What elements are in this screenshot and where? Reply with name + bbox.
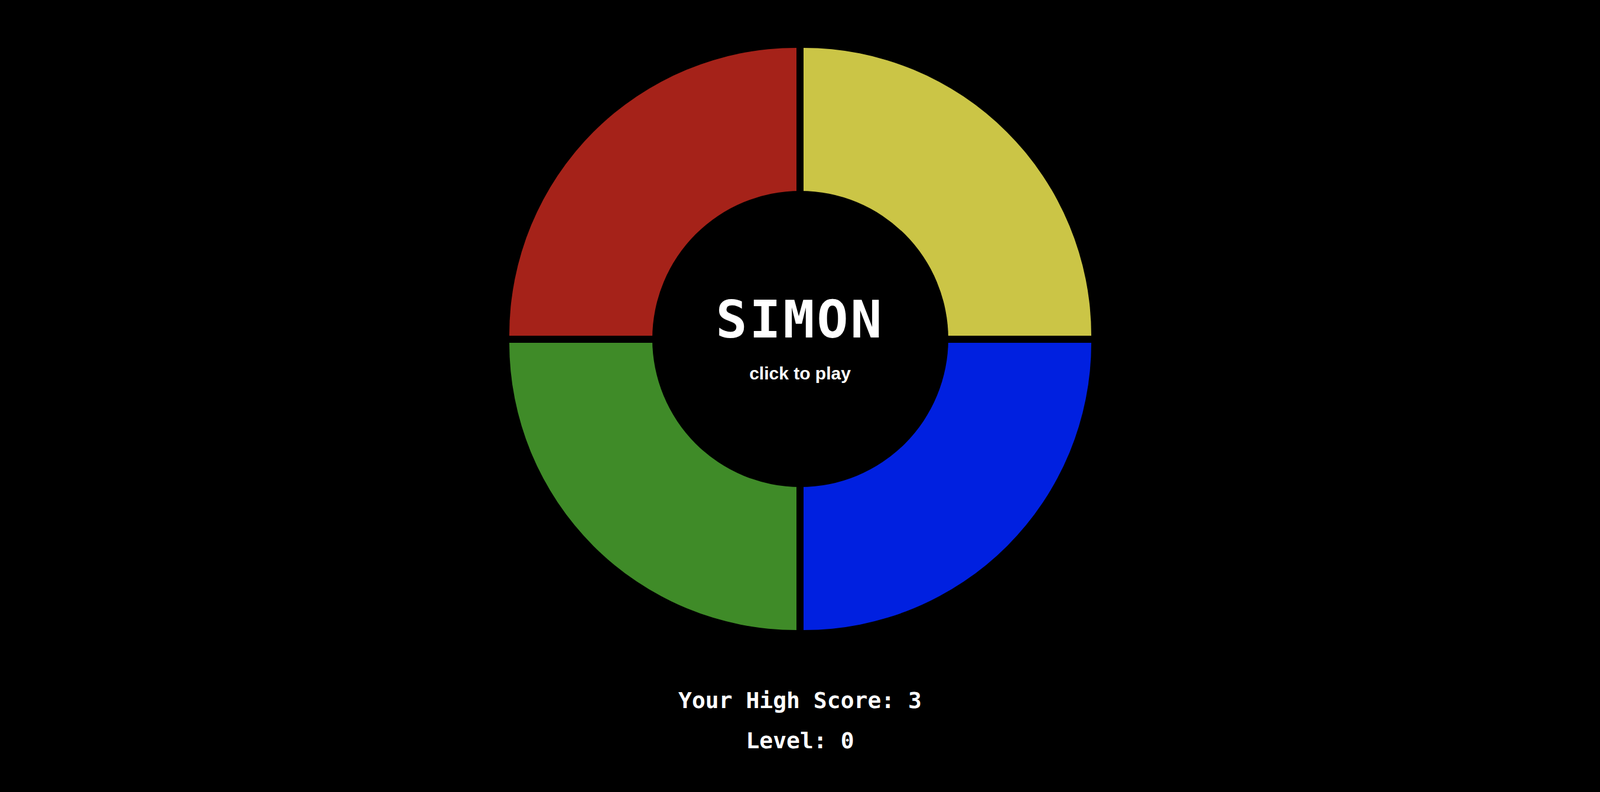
game-title: SIMON: [716, 293, 885, 346]
start-prompt: click to play: [749, 362, 851, 385]
simon-board: SIMON click to play: [509, 47, 1092, 630]
start-button[interactable]: SIMON click to play: [652, 190, 949, 487]
level-label: Level: 0: [745, 726, 854, 756]
high-score: Your High Score: 3: [678, 686, 922, 715]
